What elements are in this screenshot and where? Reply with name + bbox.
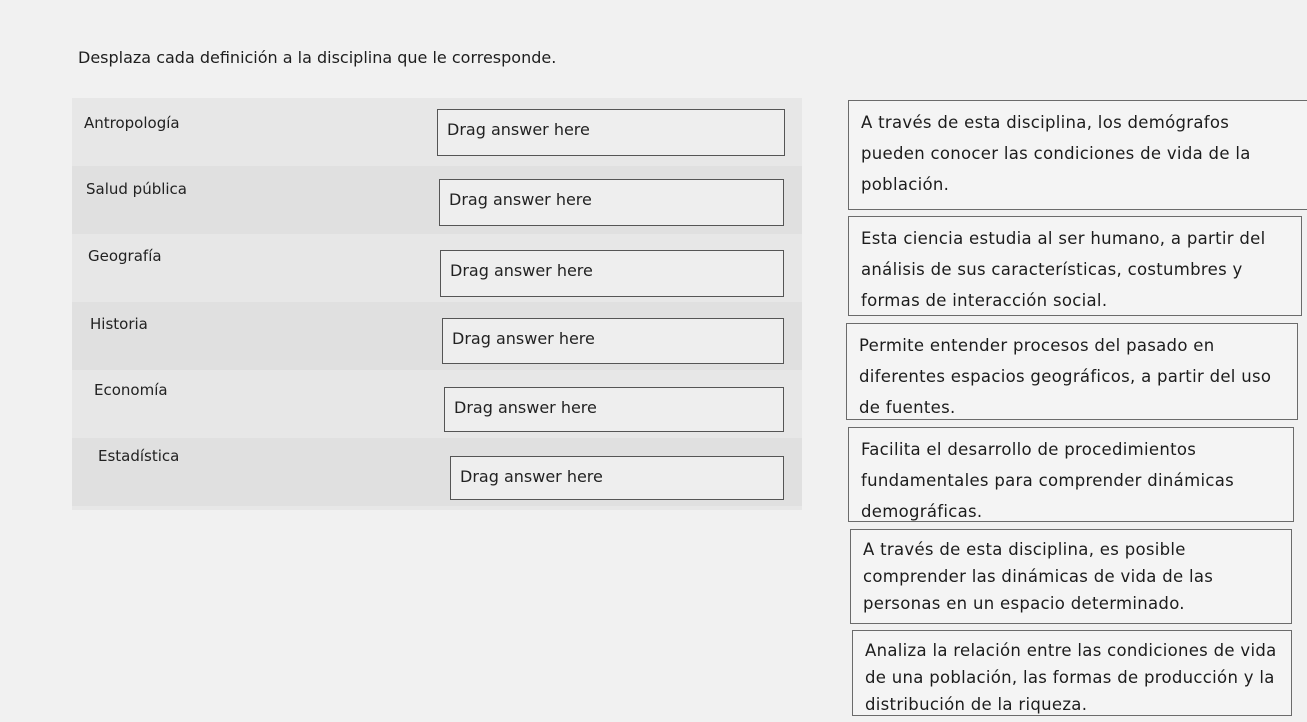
- definition-card-4[interactable]: Facilita el desarrollo de procedimientos…: [848, 427, 1294, 522]
- instruction-text: Desplaza cada definición a la disciplina…: [78, 48, 557, 67]
- term-row-estadistica: Estadística Drag answer here: [72, 438, 802, 506]
- drop-zone-historia[interactable]: Drag answer here: [442, 318, 784, 364]
- term-row-antropologia: Antropología Drag answer here: [72, 98, 802, 166]
- term-label: Antropología: [84, 114, 180, 132]
- term-label: Historia: [90, 315, 148, 333]
- definition-card-2[interactable]: Esta ciencia estudia al ser humano, a pa…: [848, 216, 1302, 316]
- terms-panel: Antropología Drag answer here Salud públ…: [72, 98, 802, 510]
- term-row-historia: Historia Drag answer here: [72, 302, 802, 370]
- definition-card-1[interactable]: A través de esta disciplina, los demógra…: [848, 100, 1307, 210]
- term-label: Salud pública: [86, 180, 188, 198]
- drop-zone-geografia[interactable]: Drag answer here: [440, 250, 784, 297]
- drop-zone-estadistica[interactable]: Drag answer here: [450, 456, 784, 500]
- term-row-geografia: Geografía Drag answer here: [72, 234, 802, 302]
- definition-card-5[interactable]: A través de esta disciplina, es posible …: [850, 529, 1292, 624]
- term-label: Economía: [94, 381, 168, 399]
- term-label: Geografía: [88, 247, 162, 265]
- drop-zone-antropologia[interactable]: Drag answer here: [437, 109, 785, 156]
- definition-card-3[interactable]: Permite entender procesos del pasado en …: [846, 323, 1298, 420]
- term-row-salud-publica: Salud pública Drag answer here: [72, 166, 802, 234]
- term-label: Estadística: [98, 447, 180, 465]
- drop-zone-salud-publica[interactable]: Drag answer here: [439, 179, 784, 226]
- term-row-economia: Economía Drag answer here: [72, 370, 802, 438]
- drop-zone-economia[interactable]: Drag answer here: [444, 387, 784, 432]
- definition-card-6[interactable]: Analiza la relación entre las condicione…: [852, 630, 1292, 716]
